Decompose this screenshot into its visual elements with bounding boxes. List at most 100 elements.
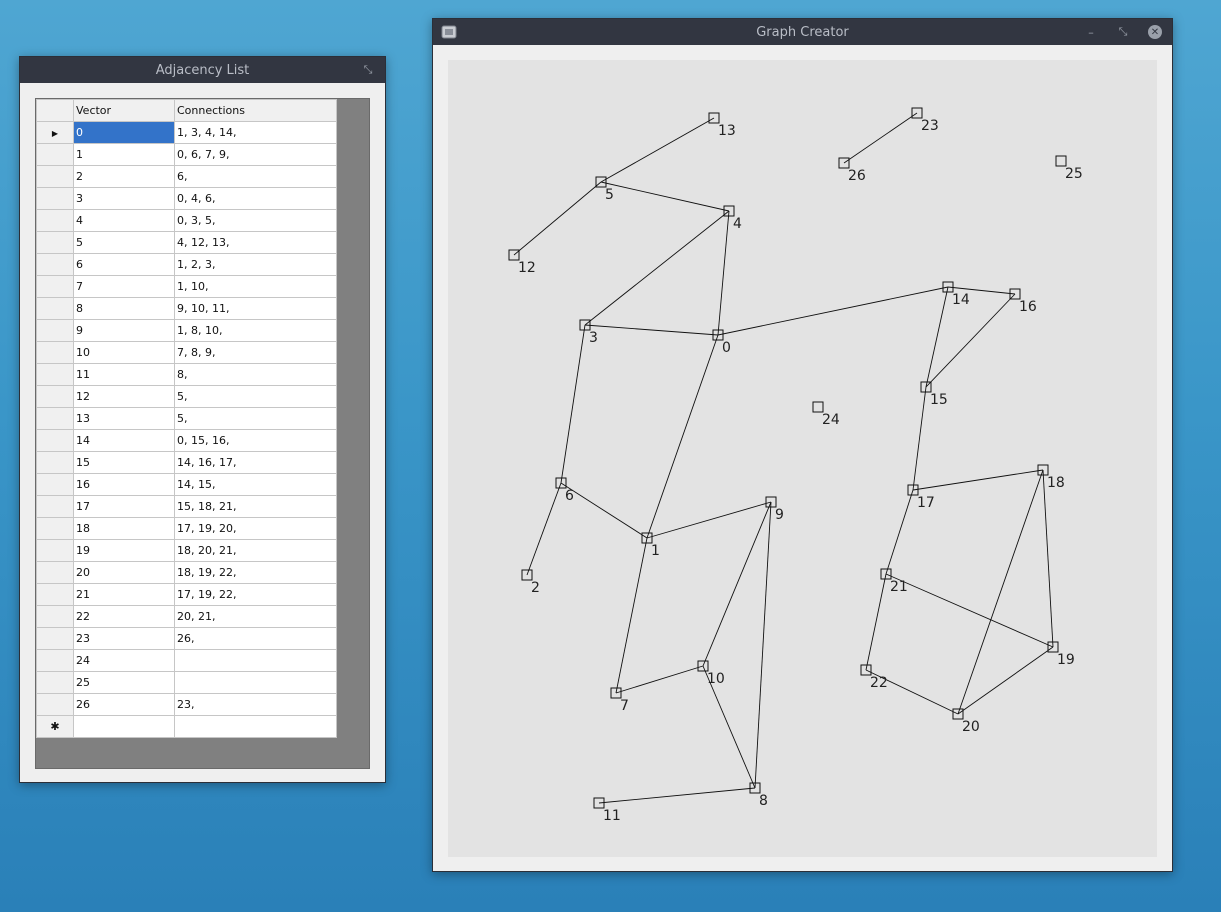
cell-connections[interactable]: 4, 12, 13, xyxy=(174,231,337,254)
table-row[interactable]: 15 14, 16, 17, xyxy=(36,451,337,474)
cell-vector[interactable]: 5 xyxy=(73,231,175,254)
table-row[interactable]: 11 8, xyxy=(36,363,337,386)
cell-connections[interactable]: 17, 19, 22, xyxy=(174,583,337,606)
cell-vector[interactable]: 0 xyxy=(73,121,175,144)
table-row[interactable]: 21 17, 19, 22, xyxy=(36,583,337,606)
restore-button[interactable]: ⤡ xyxy=(1112,19,1134,45)
cell-connections[interactable]: 5, xyxy=(174,407,337,430)
row-header[interactable] xyxy=(36,165,74,188)
cell-vector[interactable]: 9 xyxy=(73,319,175,342)
row-header[interactable] xyxy=(36,517,74,540)
cell-connections[interactable]: 5, xyxy=(174,385,337,408)
cell-connections[interactable] xyxy=(174,649,337,672)
vertex-10[interactable]: 10 xyxy=(697,660,725,687)
vertex-23[interactable]: 23 xyxy=(911,107,939,134)
table-row[interactable]: 17 15, 18, 21, xyxy=(36,495,337,518)
cell-connections[interactable]: 18, 19, 22, xyxy=(174,561,337,584)
row-header[interactable] xyxy=(36,143,74,166)
cell-connections[interactable]: 1, 8, 10, xyxy=(174,319,337,342)
row-header[interactable] xyxy=(36,275,74,298)
cell-vector[interactable]: 13 xyxy=(73,407,175,430)
table-row[interactable]: 2 6, xyxy=(36,165,337,188)
row-header[interactable] xyxy=(36,451,74,474)
table-row[interactable]: 9 1, 8, 10, xyxy=(36,319,337,342)
table-row[interactable]: 12 5, xyxy=(36,385,337,408)
cell-vector[interactable]: 6 xyxy=(73,253,175,276)
table-row[interactable]: 20 18, 19, 22, xyxy=(36,561,337,584)
cell-connections[interactable]: 7, 8, 9, xyxy=(174,341,337,364)
row-header[interactable] xyxy=(36,319,74,342)
new-cell-connections[interactable] xyxy=(174,715,337,738)
cell-vector[interactable]: 16 xyxy=(73,473,175,496)
row-header[interactable] xyxy=(36,231,74,254)
cell-vector[interactable]: 22 xyxy=(73,605,175,628)
row-header[interactable] xyxy=(36,583,74,606)
cell-vector[interactable]: 20 xyxy=(73,561,175,584)
graph-canvas[interactable]: 0 1 2 3 4 5 6 7 8 9 10 11 12 13 14 15 16 17 18 19 20 21 22 23 24… xyxy=(448,60,1157,857)
cell-connections[interactable]: 9, 10, 11, xyxy=(174,297,337,320)
row-header[interactable] xyxy=(36,429,74,452)
cell-vector[interactable]: 7 xyxy=(73,275,175,298)
cell-vector[interactable]: 2 xyxy=(73,165,175,188)
row-header[interactable] xyxy=(36,495,74,518)
cell-connections[interactable]: 23, xyxy=(174,693,337,716)
cell-vector[interactable]: 3 xyxy=(73,187,175,210)
table-row[interactable]: 16 14, 15, xyxy=(36,473,337,496)
column-header-connections[interactable]: Connections xyxy=(174,99,337,122)
table-row[interactable]: 3 0, 4, 6, xyxy=(36,187,337,210)
cell-vector[interactable]: 4 xyxy=(73,209,175,232)
column-header-vector[interactable]: Vector xyxy=(73,99,175,122)
vertex-square[interactable] xyxy=(812,401,824,413)
cell-connections[interactable]: 1, 2, 3, xyxy=(174,253,337,276)
row-header[interactable] xyxy=(36,649,74,672)
table-row[interactable]: 4 0, 3, 5, xyxy=(36,209,337,232)
table-row[interactable]: 1 0, 6, 7, 9, xyxy=(36,143,337,166)
cell-connections[interactable] xyxy=(174,671,337,694)
row-header[interactable]: ▶ xyxy=(36,121,74,144)
vertex-2[interactable]: 2 xyxy=(521,569,540,596)
table-row[interactable]: 5 4, 12, 13, xyxy=(36,231,337,254)
cell-connections[interactable]: 26, xyxy=(174,627,337,650)
cell-vector[interactable]: 24 xyxy=(73,649,175,672)
graph-creator-titlebar[interactable]: Graph Creator – ⤡ ✕ xyxy=(433,19,1172,45)
table-row[interactable]: 19 18, 20, 21, xyxy=(36,539,337,562)
row-header[interactable] xyxy=(36,473,74,496)
cell-connections[interactable]: 1, 10, xyxy=(174,275,337,298)
table-row[interactable]: 10 7, 8, 9, xyxy=(36,341,337,364)
cell-connections[interactable]: 18, 20, 21, xyxy=(174,539,337,562)
row-header[interactable] xyxy=(36,385,74,408)
table-row[interactable]: 8 9, 10, 11, xyxy=(36,297,337,320)
row-header[interactable] xyxy=(36,605,74,628)
cell-vector[interactable]: 15 xyxy=(73,451,175,474)
cell-vector[interactable]: 8 xyxy=(73,297,175,320)
vertex-24[interactable]: 24 xyxy=(812,401,840,428)
row-header[interactable] xyxy=(36,253,74,276)
vertex-13[interactable]: 13 xyxy=(708,112,736,139)
vertex-5[interactable]: 5 xyxy=(595,176,614,203)
row-header[interactable] xyxy=(36,693,74,716)
row-header[interactable] xyxy=(36,671,74,694)
vertex-6[interactable]: 6 xyxy=(555,477,574,504)
minimize-button[interactable]: – xyxy=(1080,19,1102,45)
table-row[interactable]: 23 26, xyxy=(36,627,337,650)
cell-connections[interactable]: 0, 15, 16, xyxy=(174,429,337,452)
table-row[interactable]: 13 5, xyxy=(36,407,337,430)
cell-vector[interactable]: 11 xyxy=(73,363,175,386)
new-row-header[interactable]: ✱ xyxy=(36,715,74,738)
cell-connections[interactable]: 20, 21, xyxy=(174,605,337,628)
table-row[interactable]: 22 20, 21, xyxy=(36,605,337,628)
table-row[interactable]: 14 0, 15, 16, xyxy=(36,429,337,452)
cell-vector[interactable]: 17 xyxy=(73,495,175,518)
table-row[interactable]: ▶ 0 1, 3, 4, 14, xyxy=(36,121,337,144)
cell-vector[interactable]: 14 xyxy=(73,429,175,452)
cell-connections[interactable]: 8, xyxy=(174,363,337,386)
vertex-4[interactable]: 4 xyxy=(723,205,742,232)
row-header[interactable] xyxy=(36,363,74,386)
row-header[interactable] xyxy=(36,341,74,364)
close-button[interactable]: ✕ xyxy=(1144,19,1166,45)
vertex-16[interactable]: 16 xyxy=(1009,288,1037,315)
cell-vector[interactable]: 26 xyxy=(73,693,175,716)
cell-vector[interactable]: 21 xyxy=(73,583,175,606)
vertex-14[interactable]: 14 xyxy=(942,281,970,308)
row-header[interactable] xyxy=(36,407,74,430)
